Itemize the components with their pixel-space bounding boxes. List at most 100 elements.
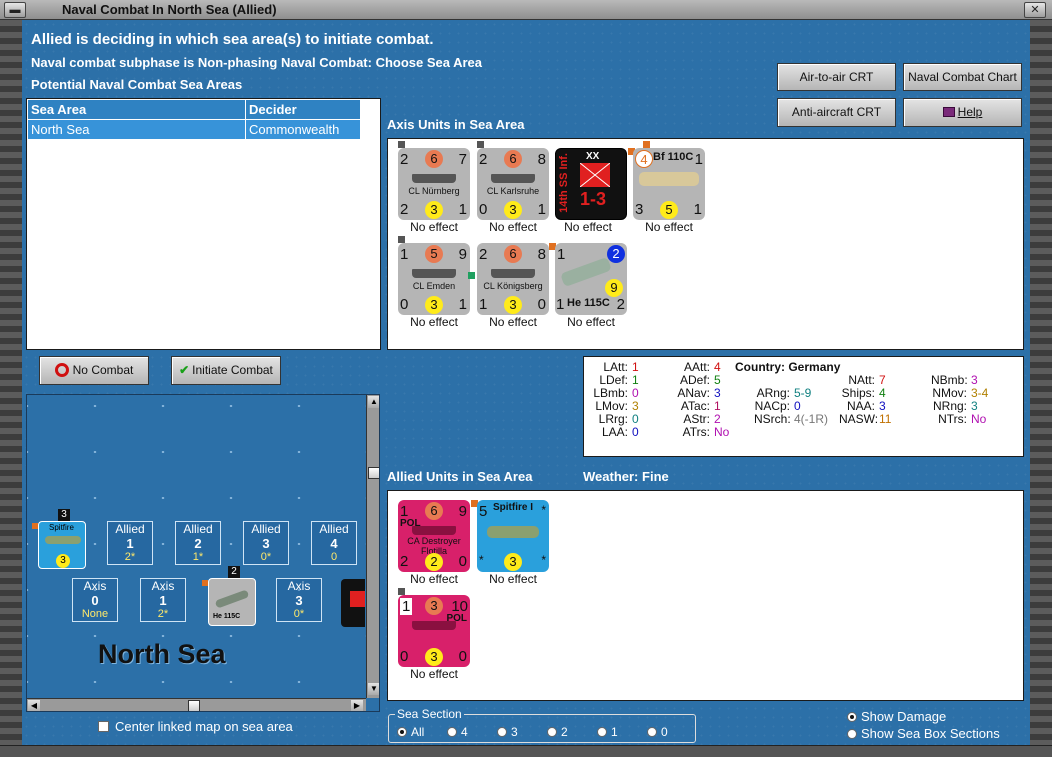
- unit-name: CL Emden: [412, 281, 456, 291]
- unit-value: 2: [479, 151, 488, 168]
- allied-unit-ca-destroyer-flotilla[interactable]: 1 6 9 POL CA Destroyer Flotilla 2 2 0: [398, 500, 470, 572]
- axis-unit-emden[interactable]: 1 5 9 CL Emden 0 3 1: [398, 243, 470, 315]
- sea-area-cell[interactable]: North Sea: [27, 119, 246, 140]
- scroll-up-icon[interactable]: ▲: [368, 396, 379, 408]
- close-button[interactable]: ✕: [1024, 2, 1046, 18]
- unit-name: CL Karlsruhe: [486, 186, 540, 196]
- window-title: Naval Combat In North Sea (Allied): [62, 2, 277, 17]
- column-header-decider[interactable]: Decider: [245, 99, 361, 120]
- naval-combat-chart-button[interactable]: Naval Combat Chart: [903, 63, 1022, 91]
- axis-unit-nurnberg[interactable]: 2 6 7 CL Nürnberg 2 3 1: [398, 148, 470, 220]
- stack-unit-spitfire[interactable]: Spitfire 3: [38, 521, 86, 569]
- axis-unit-konigsberg[interactable]: 2 6 8 CL Königsberg 1 3 0: [477, 243, 549, 315]
- stat-value: 1: [714, 399, 721, 413]
- scroll-thumb[interactable]: [188, 700, 200, 711]
- partial-unit-counter[interactable]: [341, 579, 365, 627]
- unit-value: 0: [458, 553, 467, 570]
- sea-section-option-all[interactable]: All: [397, 725, 424, 739]
- checkmark-icon: ✔: [179, 363, 190, 377]
- anti-aircraft-crt-button[interactable]: Anti-aircraft CRT: [777, 98, 896, 127]
- unit-name: 14th SS Inf.: [558, 153, 570, 213]
- unit-marker: [643, 141, 650, 148]
- axis-unit-bf110c[interactable]: 4 Bf 110C 1 3 5 1: [633, 148, 705, 220]
- allied-unit-pol-ship[interactable]: 1 3 10 POL 0 3 0: [398, 595, 470, 667]
- stat-key: LRrg:: [598, 412, 628, 426]
- scroll-left-icon[interactable]: ◀: [28, 700, 40, 711]
- allied-unit-spitfire[interactable]: 5 Spitfire I * * 3 *: [477, 500, 549, 572]
- section-number: 4: [330, 536, 338, 551]
- stat-key: ARng:: [756, 386, 790, 400]
- ship-silhouette-icon: [412, 526, 456, 535]
- stat-key: LAA:: [601, 425, 628, 439]
- axis-unit-14th-ss[interactable]: 14th SS Inf. XX 1-3: [555, 148, 627, 220]
- unit-value: 6: [425, 150, 443, 168]
- unit-value: 8: [537, 246, 546, 263]
- radio-button[interactable]: [397, 727, 407, 737]
- unit-value: 1: [693, 201, 702, 218]
- axis-section-0[interactable]: Axis 0 None: [72, 578, 118, 622]
- vertical-scrollbar[interactable]: ▲ ▼: [366, 395, 379, 698]
- help-label: Help: [957, 105, 983, 119]
- scroll-right-icon[interactable]: ▶: [351, 700, 363, 711]
- allied-section-3[interactable]: Allied 3 0*: [243, 521, 289, 565]
- stat-value: 1: [632, 373, 639, 387]
- axis-unit-karlsruhe[interactable]: 2 6 8 CL Karlsruhe 0 3 1: [477, 148, 549, 220]
- radio-button[interactable]: [497, 727, 507, 737]
- system-menu-button[interactable]: ▬: [4, 2, 26, 18]
- stat-row: NAA: 3: [839, 399, 886, 413]
- horizontal-scrollbar[interactable]: ◀ ▶: [27, 698, 366, 711]
- unit-value: 3: [504, 201, 522, 219]
- unit-effect: No effect: [410, 315, 458, 329]
- sea-section-option-1[interactable]: 1: [597, 725, 618, 739]
- radio-button[interactable]: [597, 727, 607, 737]
- sea-section-option-4[interactable]: 4: [447, 725, 468, 739]
- table-row[interactable]: North Sea Commonwealth: [27, 119, 361, 140]
- allied-section-2[interactable]: Allied 2 1*: [175, 521, 221, 565]
- axis-unit-he115c[interactable]: 1 2 9 1 He 115C 2: [555, 243, 627, 315]
- radio-button[interactable]: [847, 729, 857, 739]
- frame-bottom: [0, 745, 1052, 757]
- air-to-air-crt-button[interactable]: Air-to-air CRT: [777, 63, 896, 91]
- title-bar: ▬ Naval Combat In North Sea (Allied) ✕: [0, 0, 1052, 20]
- center-linked-checkbox[interactable]: Center linked map on sea area: [98, 719, 293, 734]
- section-status: None: [81, 608, 109, 620]
- stat-key: LBmb:: [593, 386, 628, 400]
- radio-button[interactable]: [847, 712, 857, 722]
- radio-label: Show Sea Box Sections: [861, 726, 1000, 741]
- stat-row: NBmb: 3: [931, 373, 978, 387]
- stat-key: NMov:: [932, 386, 967, 400]
- section-label: Allied: [183, 522, 213, 536]
- decider-cell[interactable]: Commonwealth: [245, 119, 361, 140]
- radio-button[interactable]: [547, 727, 557, 737]
- allied-section-1[interactable]: Allied 1 2*: [107, 521, 153, 565]
- checkbox-box[interactable]: [98, 721, 109, 732]
- no-combat-button[interactable]: No Combat: [39, 356, 149, 385]
- stat-row: ATrs: No: [674, 425, 730, 439]
- unit-effect: No effect: [410, 667, 458, 681]
- sea-section-option-3[interactable]: 3: [497, 725, 518, 739]
- stack-unit-he115c[interactable]: He 115C: [208, 578, 256, 626]
- unit-value: *: [541, 503, 546, 517]
- show-damage-option[interactable]: Show Damage: [847, 709, 946, 724]
- column-header-sea-area[interactable]: Sea Area: [27, 99, 246, 120]
- allied-section-4[interactable]: Allied 4 0: [311, 521, 357, 565]
- dialog-content: Allied is deciding in which sea area(s) …: [22, 20, 1030, 745]
- unit-effect: No effect: [410, 572, 458, 586]
- sea-box-map[interactable]: 3 Spitfire 3 Allied 1 2* Allied 2 1* Allied 3…: [26, 394, 380, 712]
- axis-section-1[interactable]: Axis 1 2*: [140, 578, 186, 622]
- axis-section-3[interactable]: Axis 3 0*: [276, 578, 322, 622]
- stat-row: AAtt: 4: [674, 360, 721, 374]
- scroll-down-icon[interactable]: ▼: [368, 683, 379, 695]
- sea-section-option-0[interactable]: 0: [647, 725, 668, 739]
- stat-key: ATrs:: [682, 425, 710, 439]
- sea-section-option-2[interactable]: 2: [547, 725, 568, 739]
- unit-marker: [398, 236, 405, 243]
- stat-row: Ships: 4: [839, 386, 886, 400]
- initiate-combat-button[interactable]: ✔ Initiate Combat: [171, 356, 281, 385]
- help-button[interactable]: Help: [903, 98, 1022, 127]
- radio-button[interactable]: [447, 727, 457, 737]
- scroll-thumb[interactable]: [368, 467, 379, 479]
- unit-value: 0: [400, 648, 409, 665]
- show-sections-option[interactable]: Show Sea Box Sections: [847, 726, 1000, 741]
- radio-button[interactable]: [647, 727, 657, 737]
